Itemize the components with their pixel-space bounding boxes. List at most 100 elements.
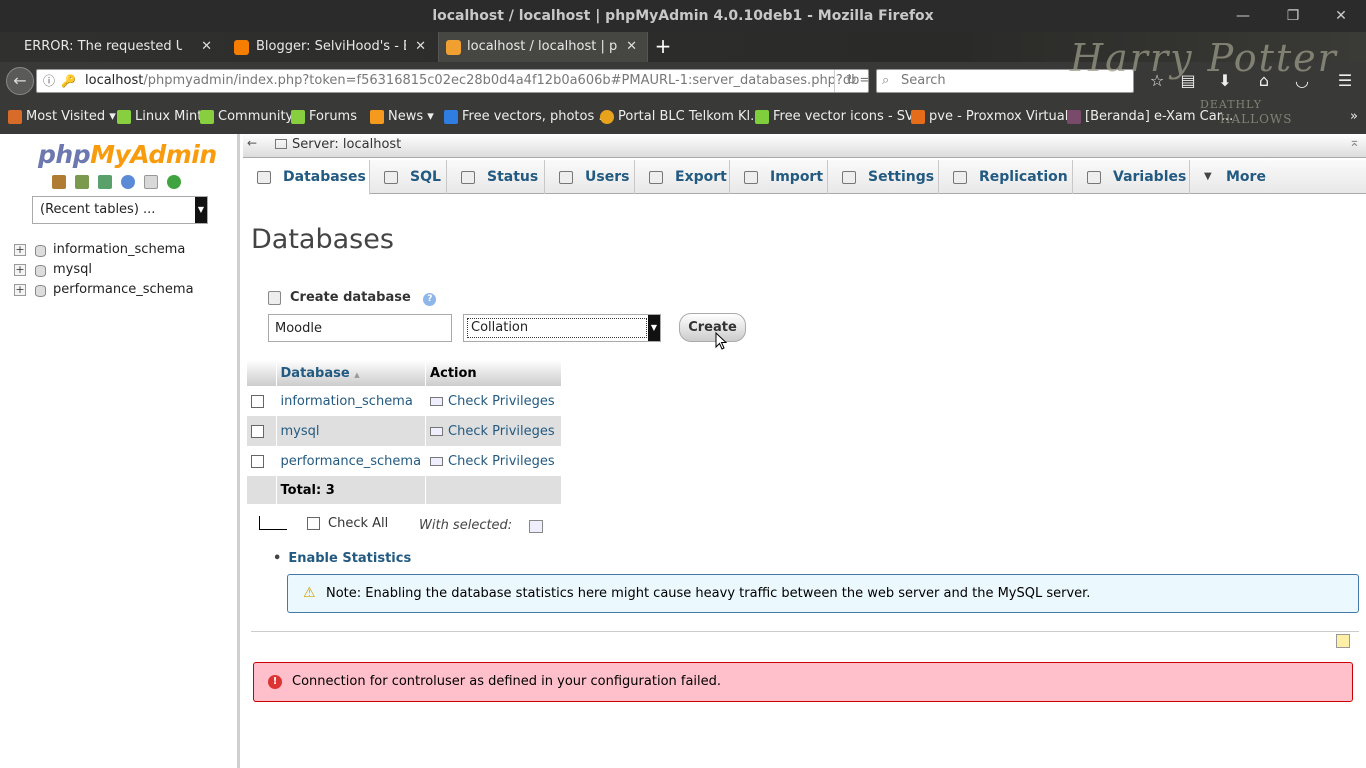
drop-databases-icon[interactable] [529, 520, 543, 533]
bookmark-telkom[interactable]: Portal BLC Telkom Kl... [600, 100, 763, 134]
expand-icon[interactable]: + [14, 264, 26, 276]
recent-tables-select[interactable]: (Recent tables) ... ▼ [32, 196, 208, 224]
bookmark-community[interactable]: Community [200, 100, 293, 134]
phpmyadmin-logo[interactable]: phpMyAdmin [38, 140, 217, 169]
tab-import[interactable]: Import [730, 160, 828, 194]
tab-label: Databases [283, 169, 366, 185]
tab-close-icon[interactable]: ✕ [201, 32, 212, 62]
new-tab-button[interactable]: + [652, 32, 674, 62]
table-row: information_schema Check Privileges [247, 386, 563, 416]
create-database-heading: Create database ? [268, 290, 437, 306]
tab-more[interactable]: ▼ More [1190, 160, 1276, 194]
header-database[interactable]: Database ▲ [276, 360, 427, 386]
create-button[interactable]: Create [679, 313, 746, 342]
server-menu: Databases SQL Status Users Export Import… [243, 160, 1366, 195]
tree-db-label[interactable]: performance_schema [53, 282, 194, 297]
tab-blogger[interactable]: Blogger: SelviHood's - Bu... ✕ [226, 32, 436, 62]
help-icon[interactable] [121, 174, 135, 189]
tab-phpmyadmin[interactable]: localhost / localhost | ph... ✕ [438, 32, 648, 62]
url-path: /phpmyadmin/index.php?token=f56316815c02… [143, 73, 869, 88]
expand-icon[interactable]: + [14, 284, 26, 296]
check-privileges-link[interactable]: Check Privileges [425, 446, 563, 476]
row-checkbox[interactable] [251, 394, 264, 408]
tab-sql[interactable]: SQL [370, 160, 447, 194]
tab-status[interactable]: Status [447, 160, 545, 194]
table-row: mysql Check Privileges [247, 416, 563, 446]
expand-icon[interactable]: + [14, 244, 26, 256]
total-row: Total: 3 [247, 476, 563, 504]
bookmark-freepik[interactable]: Free vectors, photos ... [444, 100, 611, 134]
sort-database-link[interactable]: Database [281, 366, 350, 381]
bookmark-label: Portal BLC Telkom Kl... [618, 109, 763, 124]
page-title: Databases [251, 224, 394, 255]
replication-icon [953, 171, 967, 184]
tab-error[interactable]: ERROR: The requested URL c... ✕ [0, 32, 222, 62]
collapse-panel-icon[interactable]: ← [247, 136, 257, 150]
row-checkbox[interactable] [251, 454, 264, 468]
enable-statistics-link[interactable]: Enable Statistics [288, 551, 411, 566]
reload-icon[interactable]: ↻ [834, 70, 868, 92]
database-link[interactable]: information_schema [276, 386, 427, 416]
check-all-checkbox[interactable] [307, 517, 320, 530]
close-window-button[interactable]: ✕ [1318, 0, 1364, 32]
help-icon[interactable]: ? [423, 293, 437, 306]
create-database-icon [268, 291, 281, 305]
databases-table: Database ▲ Action information_schema Che… [247, 360, 563, 504]
divider [251, 631, 1359, 632]
row-checkbox[interactable] [251, 424, 264, 438]
bookmark-forums[interactable]: Forums [291, 100, 357, 134]
tree-db-item[interactable]: + performance_schema [14, 280, 194, 300]
tab-settings[interactable]: Settings [828, 160, 939, 194]
check-all[interactable]: Check All [307, 516, 388, 531]
check-all-label[interactable]: Check All [328, 516, 388, 531]
check-privileges-link[interactable]: Check Privileges [425, 416, 563, 446]
bookmark-flaticon[interactable]: Free vector icons - SV... [755, 100, 925, 134]
tree-db-label[interactable]: mysql [53, 262, 92, 277]
tab-close-icon[interactable]: ✕ [626, 32, 637, 62]
bookmark-most-visited[interactable]: Most Visited ▾ [8, 100, 116, 134]
tab-users[interactable]: Users [545, 160, 635, 194]
tab-variables[interactable]: Variables [1073, 160, 1190, 194]
bookmark-linux-mint[interactable]: Linux Mint [117, 100, 202, 134]
sort-ascending-icon: ▲ [354, 370, 360, 379]
home-icon[interactable] [52, 174, 66, 189]
tab-export[interactable]: Export [635, 160, 730, 194]
tree-db-item[interactable]: + mysql [14, 260, 194, 280]
info-icon[interactable]: ⓘ [43, 70, 55, 92]
query-window-icon[interactable] [98, 174, 112, 189]
notice-message: ⚠ Note: Enabling the database statistics… [287, 574, 1359, 613]
tab-replication[interactable]: Replication [939, 160, 1073, 194]
exit-icon[interactable] [75, 174, 89, 189]
tab-label: Import [770, 169, 824, 185]
bookmark-news[interactable]: News ▾ [370, 100, 434, 134]
logo-myadmin: MyAdmin [90, 140, 217, 169]
back-button[interactable]: ← [6, 67, 34, 95]
database-link[interactable]: mysql [276, 416, 427, 446]
server-breadcrumb[interactable]: Server: localhost [275, 137, 401, 152]
check-privileges-link[interactable]: Check Privileges [425, 386, 563, 416]
console-icon[interactable] [1336, 634, 1350, 648]
minimize-button[interactable]: — [1220, 0, 1266, 32]
documentation-icon[interactable] [144, 174, 158, 189]
reload-icon[interactable] [167, 174, 181, 189]
tab-databases[interactable]: Databases [243, 160, 370, 195]
check-privileges-label: Check Privileges [448, 453, 555, 469]
key-icon[interactable]: 🔑 [61, 70, 76, 92]
url-bar[interactable]: ⓘ 🔑 localhost/phpmyadmin/index.php?token… [36, 69, 869, 93]
users-icon [559, 171, 573, 184]
breadcrumb: ← Server: localhost ⌅ [243, 134, 1366, 158]
database-name-input[interactable] [268, 314, 452, 342]
export-icon [649, 171, 663, 184]
telkom-icon [600, 110, 614, 124]
tab-close-icon[interactable]: ✕ [415, 32, 426, 62]
collapse-icon[interactable]: ⌅ [1349, 135, 1360, 150]
tree-db-label[interactable]: information_schema [53, 242, 185, 257]
status-icon [461, 171, 475, 184]
flaticon-icon [755, 110, 769, 124]
tree-db-item[interactable]: + information_schema [14, 240, 194, 260]
database-link[interactable]: performance_schema [276, 446, 427, 476]
total-empty-cell [425, 476, 563, 504]
theme-subtitle: DEATHLY [1200, 98, 1262, 111]
collation-select[interactable]: Collation ▼ [463, 314, 661, 342]
restore-button[interactable]: ❐ [1270, 0, 1316, 32]
